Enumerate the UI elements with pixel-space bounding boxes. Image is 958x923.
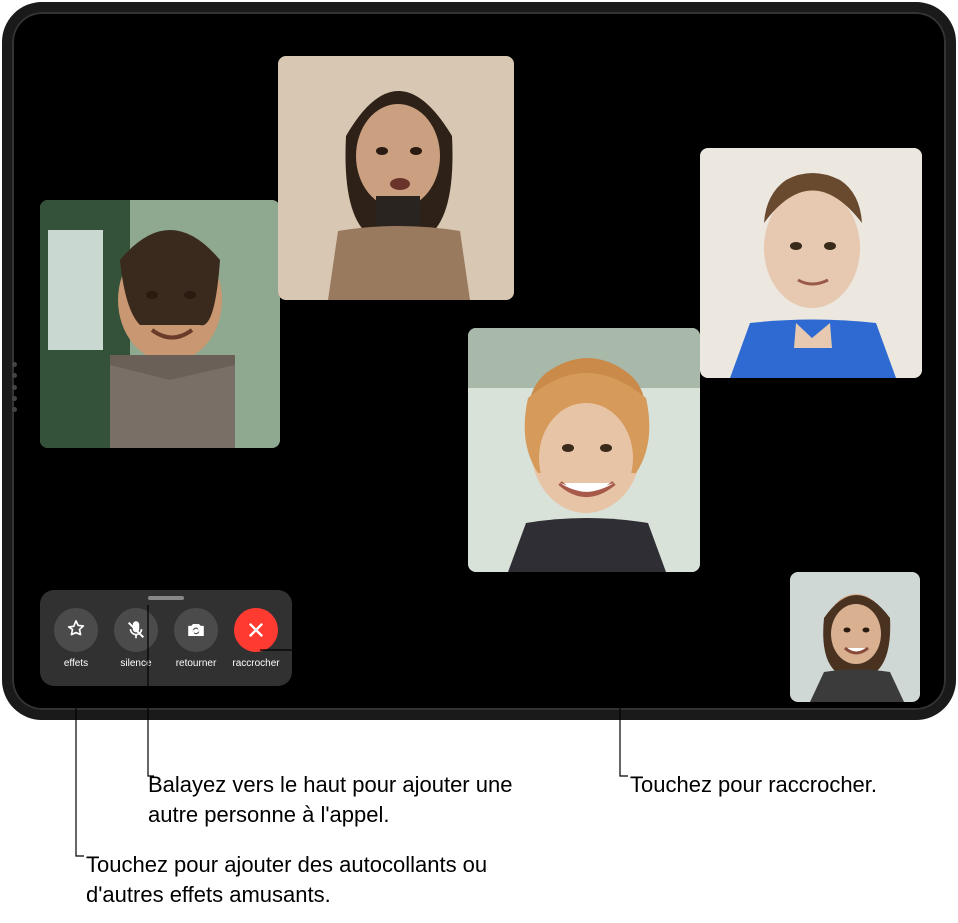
- call-controls-panel[interactable]: effets silence: [40, 590, 292, 686]
- participant-tile[interactable]: [468, 328, 700, 572]
- effects-button[interactable]: effets: [48, 608, 104, 669]
- participant-tile[interactable]: [278, 56, 514, 300]
- facetime-screen[interactable]: effets silence: [20, 20, 938, 702]
- end-label: raccrocher: [232, 658, 279, 669]
- participant-tile[interactable]: [40, 200, 280, 448]
- ipad-frame: effets silence: [2, 2, 956, 720]
- effects-label: effets: [64, 658, 88, 669]
- mic-off-icon: [114, 608, 158, 652]
- mute-label: silence: [120, 658, 151, 669]
- camera-flip-icon: [174, 608, 218, 652]
- callout-swipe-up: Balayez vers le haut pour ajouter une au…: [148, 770, 568, 829]
- flip-camera-button[interactable]: retourner: [168, 608, 224, 669]
- callout-end-call: Touchez pour raccrocher.: [630, 770, 890, 800]
- effects-icon: [54, 608, 98, 652]
- panel-grabber[interactable]: [148, 596, 184, 600]
- callout-effects: Touchez pour ajouter des autocollants ou…: [86, 850, 546, 909]
- self-view-tile[interactable]: [790, 572, 920, 702]
- mute-button[interactable]: silence: [108, 608, 164, 669]
- close-icon: [234, 608, 278, 652]
- end-call-button[interactable]: raccrocher: [228, 608, 284, 669]
- side-indents: [12, 362, 18, 412]
- flip-label: retourner: [176, 658, 217, 669]
- participant-tile[interactable]: [700, 148, 922, 378]
